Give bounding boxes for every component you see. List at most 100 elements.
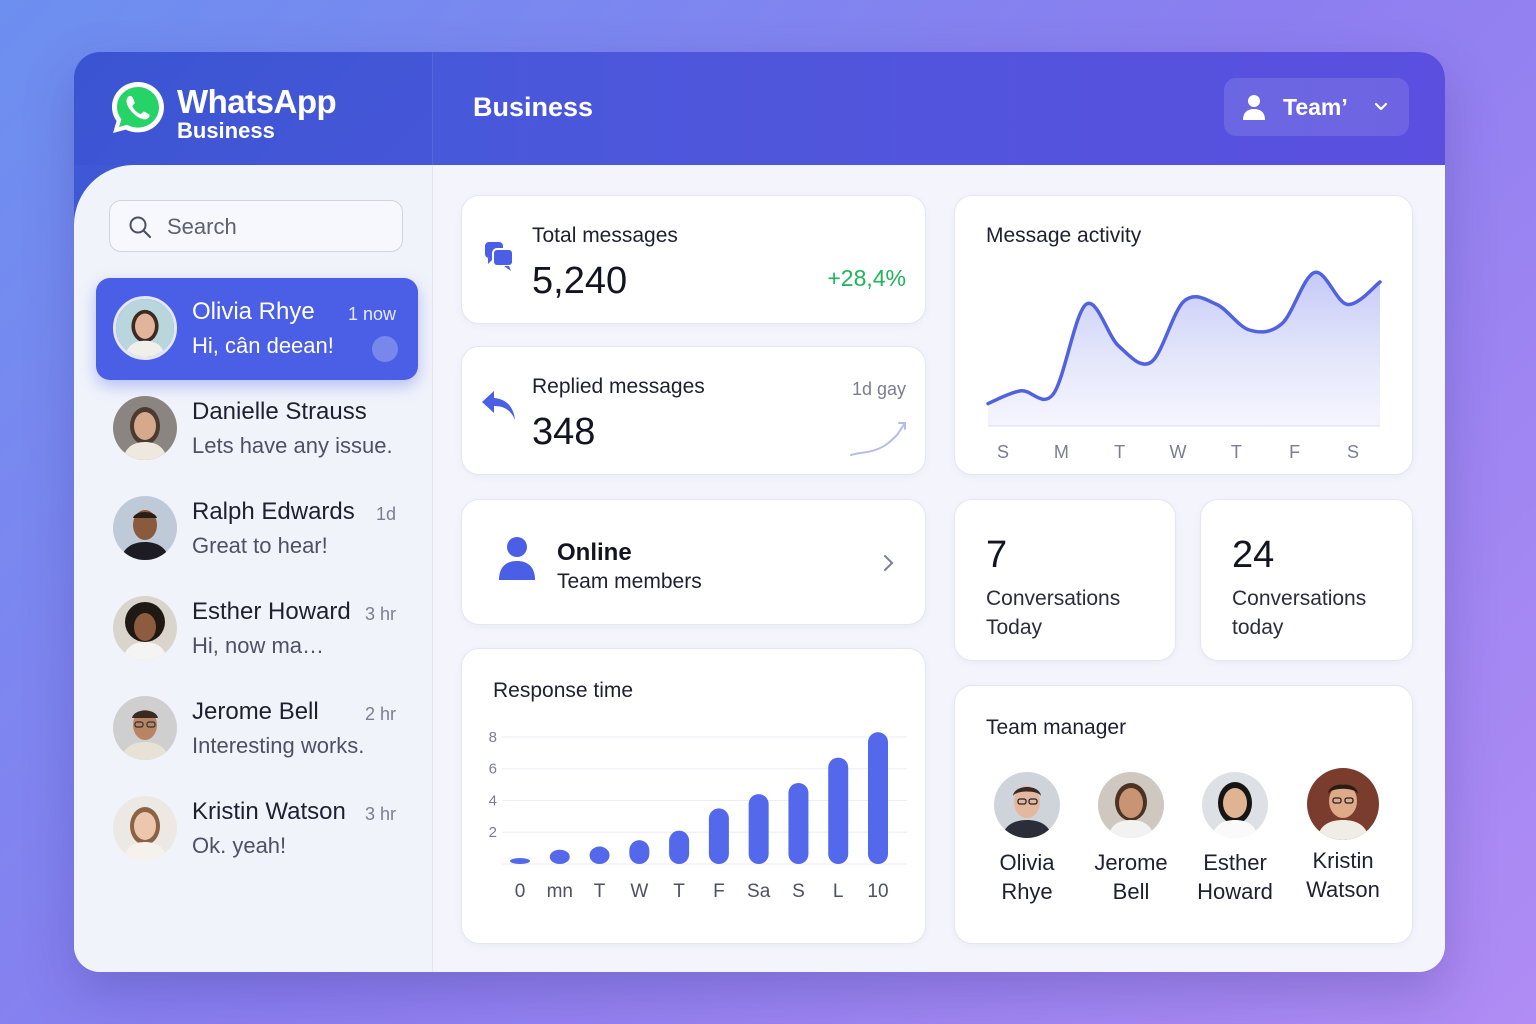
team-member-jerome-bell[interactable]: Jerome Bell [1076,772,1186,906]
total-messages-label: Total messages [532,224,678,247]
conversations-today-card-2: 24 Conversations today [1200,499,1413,661]
chat-preview: Hi, cân deean! [192,333,334,358]
chat-preview: Ok. yeah! [192,833,287,858]
replied-messages-value: 348 [532,411,596,453]
avatar [113,296,177,360]
response-x-tick: F [713,881,725,902]
total-messages-value: 5,240 [532,260,628,302]
team-manager-title: Team manager [986,716,1127,739]
message-activity-card: Message activity S M T W T F S [954,195,1413,475]
avatar [1202,772,1268,838]
member-last-name: Howard [1197,879,1273,904]
activity-x-tick: S [997,442,1009,462]
response-y-tick: 8 [489,729,497,746]
chat-name: Esther Howard [192,598,351,625]
chat-item-kristin-watson[interactable]: Kristin Watson Ok. yeah! 3 hr [96,778,418,880]
chat-preview: Lets have any issue. [192,433,393,458]
member-name: Esther Howard [1180,848,1290,906]
team-member-olivia-rhye[interactable]: Olivia Rhye [972,772,1082,906]
response-bar [549,849,570,864]
activity-x-tick: T [1114,442,1125,462]
avatar [1307,768,1379,840]
member-name: Jerome Bell [1076,848,1186,906]
total-messages-change: +28,4% [827,265,906,291]
avatar [113,596,177,660]
response-bar [589,846,610,864]
response-bar [748,794,769,864]
member-first-name: Olivia [999,850,1055,875]
response-x-tick: T [594,881,606,902]
activity-area-fill [988,272,1380,426]
message-activity-title: Message activity [986,224,1142,247]
chat-item-ralph-edwards[interactable]: Ralph Edwards Great to hear! 1d [96,478,418,580]
read-receipt-icon [372,336,398,362]
chat-preview: Hi, now ma… [192,633,325,658]
response-x-tick: mn [547,881,573,902]
team-dropdown-button[interactable]: Teamʼ [1224,78,1409,136]
member-last-name: Rhye [1001,879,1053,904]
response-x-tick: S [792,881,805,902]
chevron-right-icon [884,555,893,571]
response-time-chart: 2 4 6 8 0 mn T W T F Sa S L 10 [489,729,907,902]
avatar [113,696,177,760]
replied-messages-label: Replied messages [532,375,705,398]
brand-subtitle: Business [177,118,275,143]
chevron-down-icon [1374,102,1388,111]
response-time-card: Response time 2 4 6 8 0 mn T W T F Sa S L 10 [461,648,926,944]
response-x-tick: T [673,881,685,902]
reply-icon [482,391,515,420]
team-member-esther-howard[interactable]: Esther Howard [1180,772,1290,906]
online-team-members-card[interactable]: Online Team members [461,499,926,625]
chat-item-esther-howard[interactable]: Esther Howard Hi, now ma… 3 hr [96,578,418,680]
search-input[interactable]: Search [109,200,403,252]
avatar [1098,772,1164,838]
chat-time: 3 hr [364,804,396,824]
avatar [113,796,177,860]
chat-bubbles-icon [485,242,514,271]
team-label: Teamʼ [1283,94,1348,120]
activity-x-tick: W [1170,442,1187,462]
replied-period: 1d gay [851,379,906,399]
brand-name: WhatsApp [177,83,337,120]
whatsapp-logo-icon [112,82,164,133]
chat-preview: Interesting works. [192,733,365,758]
online-subtitle: Team members [557,570,702,593]
chat-name: Kristin Watson [192,798,346,825]
online-title: Online [557,539,632,566]
chat-name: Ralph Edwards [192,498,355,525]
response-x-tick: Sa [747,881,771,902]
page-title: Business [473,92,594,122]
response-x-tick: W [630,881,648,902]
activity-x-tick: M [1054,442,1069,462]
conversations-value: 7 [986,534,1008,576]
response-bar [629,840,650,864]
member-first-name: Kristin [1312,848,1374,873]
response-bar [669,830,690,864]
activity-x-tick: F [1289,442,1300,462]
response-y-tick: 4 [489,792,497,809]
member-name: Olivia Rhye [972,848,1082,906]
chat-preview: Great to hear! [192,533,328,558]
avatar [113,496,177,560]
chat-time: 3 hr [364,604,396,624]
user-icon [1243,95,1265,120]
response-x-tick: L [833,881,844,902]
conversations-label: Conversations today [1232,587,1367,639]
response-x-tick: 0 [515,881,526,902]
chat-name: Olivia Rhye [192,298,315,325]
chat-time: 1 now [347,304,396,324]
chat-item-danielle-strauss[interactable]: Danielle Strauss Lets have any issue. [96,378,418,480]
chat-item-olivia-rhye[interactable]: Olivia Rhye Hi, cân deean! 1 now [96,278,418,380]
response-y-tick: 6 [489,761,497,778]
replied-messages-card: Replied messages 348 1d gay [461,346,926,475]
chat-name: Danielle Strauss [192,398,367,425]
member-first-name: Esther [1203,850,1267,875]
avatar [113,396,177,460]
member-name: Kristin Watson [1288,846,1398,904]
app-window: WhatsApp Business Business Teamʼ Search … [74,52,1445,972]
team-member-kristin-watson[interactable]: Kristin Watson [1288,768,1398,904]
response-bar [828,757,849,864]
chat-name: Jerome Bell [192,698,319,725]
response-bar [868,732,888,864]
chat-item-jerome-bell[interactable]: Jerome Bell Interesting works. 2 hr [96,678,418,780]
